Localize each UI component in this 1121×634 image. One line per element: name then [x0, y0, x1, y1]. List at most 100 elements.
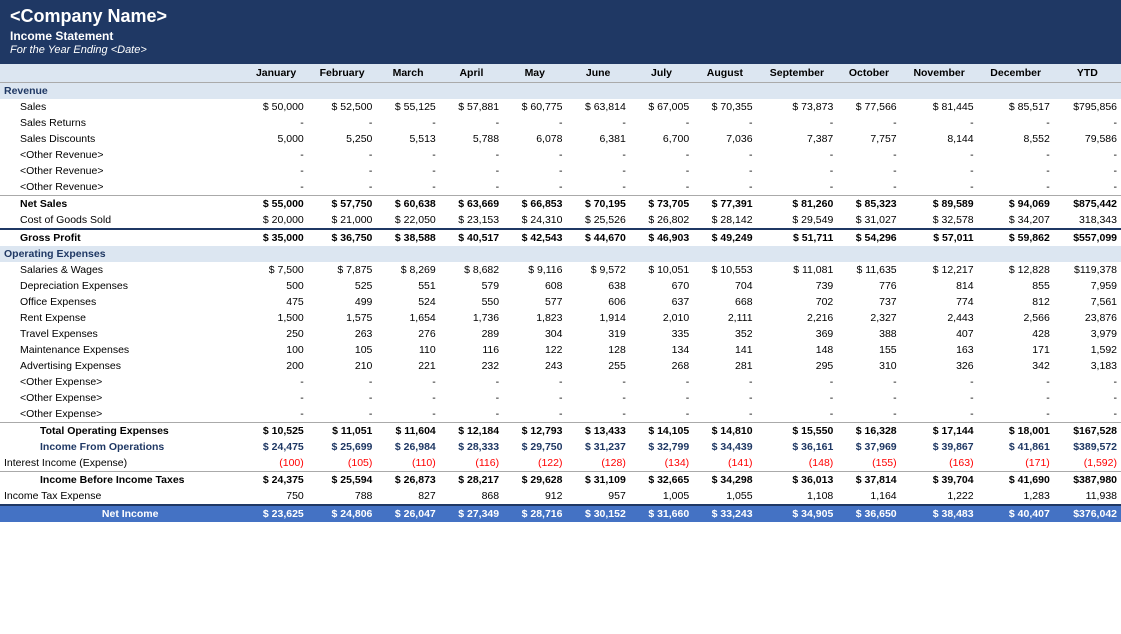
row-value: $ 59,862	[978, 229, 1054, 246]
row-value: $ 27,349	[440, 505, 503, 522]
row-value: -	[978, 179, 1054, 196]
row-value: $ 13,433	[566, 423, 629, 440]
row-value: $ 85,323	[837, 196, 900, 213]
row-value: $ 73,705	[630, 196, 693, 213]
row-value: $ 67,005	[630, 99, 693, 115]
row-value: (163)	[901, 455, 978, 472]
row-value: $ 54,296	[837, 229, 900, 246]
row-value: $ 31,237	[566, 439, 629, 455]
row-value: 704	[693, 278, 756, 294]
col-feb: February	[308, 64, 377, 83]
row-value: -	[376, 179, 439, 196]
row-value: 739	[757, 278, 838, 294]
row-value: -	[693, 179, 756, 196]
row-value: $ 77,566	[837, 99, 900, 115]
row-value: -	[440, 115, 503, 131]
col-mar: March	[376, 64, 439, 83]
table-row: Maintenance Expenses10010511011612212813…	[0, 342, 1121, 358]
row-value: 210	[308, 358, 377, 374]
row-value: $ 31,109	[566, 472, 629, 489]
row-value: $ 36,750	[308, 229, 377, 246]
row-value: $ 50,000	[244, 99, 307, 115]
row-value: 200	[244, 358, 307, 374]
row-value: -	[1054, 115, 1121, 131]
row-value: $ 66,853	[503, 196, 566, 213]
row-value: 369	[757, 326, 838, 342]
row-value: 1,823	[503, 310, 566, 326]
row-value: $ 49,249	[693, 229, 756, 246]
row-label: <Other Revenue>	[0, 147, 244, 163]
row-value: -	[901, 406, 978, 423]
row-value: $ 70,195	[566, 196, 629, 213]
row-value: 326	[901, 358, 978, 374]
row-value: -	[308, 390, 377, 406]
row-value: 6,381	[566, 131, 629, 147]
col-nov: November	[901, 64, 978, 83]
row-value: 2,216	[757, 310, 838, 326]
row-value: 8,552	[978, 131, 1054, 147]
row-value: 134	[630, 342, 693, 358]
row-value: $ 55,125	[376, 99, 439, 115]
row-value: 110	[376, 342, 439, 358]
row-value: $ 29,750	[503, 439, 566, 455]
row-label: Travel Expenses	[0, 326, 244, 342]
col-ytd: YTD	[1054, 64, 1121, 83]
table-row: Net Income$ 23,625$ 24,806$ 26,047$ 27,3…	[0, 505, 1121, 522]
row-value: $ 26,873	[376, 472, 439, 489]
row-label: <Other Expense>	[0, 374, 244, 390]
row-value: 1,222	[901, 488, 978, 505]
row-value: 577	[503, 294, 566, 310]
row-value: -	[1054, 163, 1121, 179]
row-value: 7,959	[1054, 278, 1121, 294]
row-value: $ 28,142	[693, 212, 756, 229]
row-value: 5,250	[308, 131, 377, 147]
row-value: (171)	[978, 455, 1054, 472]
row-value: $ 11,081	[757, 262, 838, 278]
report-title: Income Statement	[10, 29, 1111, 43]
row-value: 788	[308, 488, 377, 505]
row-label: Net Income	[0, 505, 244, 522]
row-value: -	[1054, 179, 1121, 196]
table-row: Cost of Goods Sold$ 20,000$ 21,000$ 22,0…	[0, 212, 1121, 229]
row-value: $ 38,483	[901, 505, 978, 522]
row-value: $119,378	[1054, 262, 1121, 278]
row-value: $ 9,116	[503, 262, 566, 278]
row-value: -	[693, 374, 756, 390]
row-value: 668	[693, 294, 756, 310]
row-value: -	[901, 179, 978, 196]
row-value: $ 25,526	[566, 212, 629, 229]
row-value: $ 34,439	[693, 439, 756, 455]
row-value: $ 39,704	[901, 472, 978, 489]
row-value: -	[503, 374, 566, 390]
row-value: 1,592	[1054, 342, 1121, 358]
row-value: (100)	[244, 455, 307, 472]
row-value: -	[440, 179, 503, 196]
row-value: 868	[440, 488, 503, 505]
row-label: Income Before Income Taxes	[0, 472, 244, 489]
row-value: $ 14,105	[630, 423, 693, 440]
row-value: 116	[440, 342, 503, 358]
row-value: $ 12,217	[901, 262, 978, 278]
row-value: $ 32,799	[630, 439, 693, 455]
row-value: -	[1054, 147, 1121, 163]
row-value: 812	[978, 294, 1054, 310]
table-row: <Other Expense>-------------	[0, 406, 1121, 423]
row-value: 141	[693, 342, 756, 358]
row-value: 7,561	[1054, 294, 1121, 310]
row-value: -	[901, 374, 978, 390]
row-value: 319	[566, 326, 629, 342]
row-value: -	[757, 163, 838, 179]
table-row: Income From Operations$ 24,475$ 25,699$ …	[0, 439, 1121, 455]
row-value: 281	[693, 358, 756, 374]
row-value: 2,010	[630, 310, 693, 326]
row-value: -	[244, 374, 307, 390]
row-value: $ 10,051	[630, 262, 693, 278]
row-value: $ 33,243	[693, 505, 756, 522]
row-value: 475	[244, 294, 307, 310]
row-value: 957	[566, 488, 629, 505]
row-value: 525	[308, 278, 377, 294]
row-value: 388	[837, 326, 900, 342]
row-value: -	[566, 147, 629, 163]
row-label: Office Expenses	[0, 294, 244, 310]
row-value: 5,513	[376, 131, 439, 147]
